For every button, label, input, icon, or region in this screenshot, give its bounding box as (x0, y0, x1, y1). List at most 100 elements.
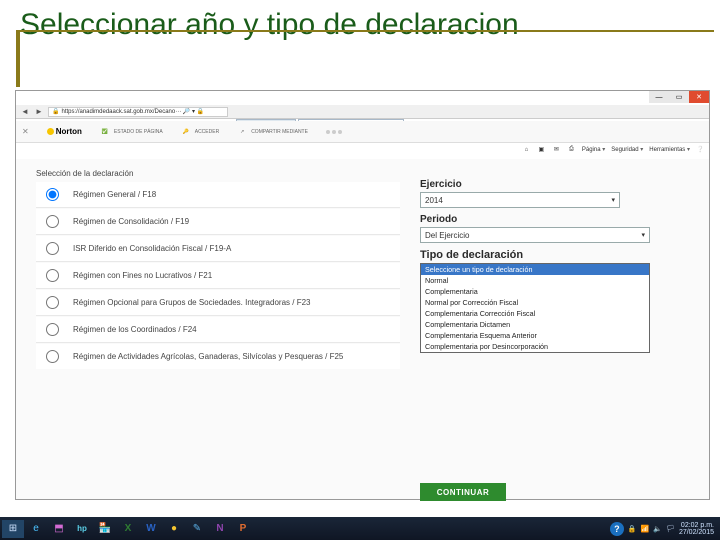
feeds-icon[interactable]: ▣ (537, 145, 546, 154)
norton-toolbar: ✕ Norton ✅ ESTADO DE PÁGINA 🔑 ACCEDER ↗ … (16, 121, 709, 143)
norton-login[interactable]: 🔑 ACCEDER (181, 127, 219, 137)
maximize-button[interactable]: ▭ (669, 91, 689, 103)
norton-page-status[interactable]: ✅ ESTADO DE PÁGINA (100, 127, 163, 137)
chevron-down-icon: ▾ (611, 196, 615, 204)
tipo-label: Tipo de declaración (420, 249, 670, 261)
start-button[interactable]: ⊞ (2, 520, 24, 538)
more-icon[interactable] (326, 130, 342, 134)
tray-help-icon[interactable]: ? (610, 522, 624, 536)
regime-option-f18[interactable]: Régimen General / F18 (36, 182, 400, 208)
norton-label: ESTADO DE PÁGINA (114, 129, 163, 135)
home-icon[interactable]: ⌂ (522, 145, 531, 154)
close-button[interactable]: ✕ (689, 91, 709, 103)
safety-menu[interactable]: Seguridad (611, 146, 643, 153)
tipo-dropdown-open[interactable]: Seleccione un tipo de declaración Normal… (420, 263, 650, 353)
tipo-option[interactable]: Complementaria Esquema Anterior (421, 330, 649, 341)
windows-taskbar: ⊞ e ⬒ hp 🏪 X W ● ✎ N P ? 🔒 📶 🔈 🏳 02:02 p… (0, 517, 720, 540)
slide-title: Seleccionar año y tipo de declaracion (20, 8, 519, 42)
regime-radio[interactable] (46, 215, 59, 228)
regime-radio[interactable] (46, 269, 59, 282)
mail-icon[interactable]: ✉ (552, 145, 561, 154)
tray-date: 27/02/2015 (679, 529, 714, 536)
regime-label: Régimen de los Coordinados / F24 (73, 325, 197, 335)
regime-label: ISR Diferido en Consolidación Fiscal / F… (73, 244, 231, 254)
tray-time: 02:02 p.m. (679, 522, 714, 529)
tray-clock[interactable]: 02:02 p.m. 27/02/2015 (679, 522, 714, 536)
tipo-option[interactable]: Complementaria (421, 286, 649, 297)
norton-share[interactable]: ↗ COMPARTIR MEDIANTE (237, 127, 308, 137)
taskbar-hp-icon[interactable]: hp (71, 520, 93, 538)
lock-icon: 🔒 (52, 108, 59, 115)
page-content: Selección de la declaración Régimen Gene… (16, 159, 709, 499)
ejercicio-select[interactable]: 2014 ▾ (420, 192, 620, 208)
taskbar-word-icon[interactable]: W (140, 520, 162, 538)
declaration-params: Ejercicio 2014 ▾ Periodo Del Ejercicio ▾… (420, 173, 670, 353)
taskbar-chrome-icon[interactable]: ● (163, 520, 185, 538)
taskbar-powerpoint-icon[interactable]: P (232, 520, 254, 538)
tray-flag-icon absol[interactable]: 🏳 (666, 525, 675, 533)
norton-check-icon (47, 128, 54, 135)
browser-window: — ▭ ✕ ◄ ► 🔒 https://anadimdedaack.sat.go… (15, 90, 710, 500)
regime-panel: Selección de la declaración Régimen Gene… (36, 165, 400, 370)
system-tray: ? 🔒 📶 🔈 🏳 02:02 p.m. 27/02/2015 (610, 522, 718, 536)
url-text: https://anadimdedaack.sat.gob.mx/Decano·… (61, 108, 204, 115)
norton-brand: Norton (56, 127, 82, 136)
toolbar-close-icon[interactable]: ✕ (22, 127, 29, 136)
regime-option-f25[interactable]: Régimen de Actividades Agrícolas, Ganade… (36, 344, 400, 369)
periodo-value: Del Ejercicio (425, 231, 469, 240)
regime-label: Régimen General / F18 (73, 190, 156, 200)
tray-network-icon[interactable]: 📶 (641, 525, 650, 533)
address-bar: ◄ ► 🔒 https://anadimdedaack.sat.gob.mx/D… (16, 105, 709, 119)
section-header: Selección de la declaración (36, 165, 400, 182)
regime-radio[interactable] (46, 350, 59, 363)
taskbar-app-icon[interactable]: ✎ (186, 520, 208, 538)
tipo-option[interactable]: Complementaria Corrección Fiscal (421, 308, 649, 319)
regime-option-f19[interactable]: Régimen de Consolidación / F19 (36, 209, 400, 235)
regime-radio[interactable] (46, 296, 59, 309)
tipo-option[interactable]: Complementaria por Desincorporación (421, 341, 649, 352)
tipo-option[interactable]: Complementaria Dictamen (421, 319, 649, 330)
norton-logo: Norton (47, 127, 82, 136)
tray-volume-icon[interactable]: 🔈 (653, 525, 662, 533)
regime-option-f23[interactable]: Régimen Opcional para Grupos de Sociedad… (36, 290, 400, 316)
tools-menu[interactable]: Herramientas (649, 146, 690, 153)
back-button[interactable]: ◄ (20, 107, 30, 117)
share-icon: ↗ (237, 127, 247, 137)
norton-label: ACCEDER (195, 129, 219, 135)
print-icon[interactable]: ⎙ (567, 145, 576, 154)
continue-button[interactable]: CONTINUAR (420, 483, 506, 501)
taskbar-app-icon[interactable]: ⬒ (48, 520, 70, 538)
regime-option-f19a[interactable]: ISR Diferido en Consolidación Fiscal / F… (36, 236, 400, 262)
taskbar-excel-icon[interactable]: X (117, 520, 139, 538)
regime-label: Régimen de Actividades Agrícolas, Ganade… (73, 352, 343, 362)
minimize-button[interactable]: — (649, 91, 669, 103)
tipo-option[interactable]: Normal por Corrección Fiscal (421, 297, 649, 308)
regime-radio[interactable] (46, 323, 59, 336)
norton-label: COMPARTIR MEDIANTE (251, 129, 308, 135)
taskbar-onenote-icon[interactable]: N (209, 520, 231, 538)
ie-command-bar: ⌂ ▣ ✉ ⎙ Página Seguridad Herramientas ❔ (522, 145, 705, 154)
url-input[interactable]: 🔒 https://anadimdedaack.sat.gob.mx/Decan… (48, 107, 228, 117)
ejercicio-label: Ejercicio (420, 179, 670, 190)
tipo-placeholder[interactable]: Seleccione un tipo de declaración (421, 264, 649, 275)
taskbar-ie-icon[interactable]: e (25, 520, 47, 538)
forward-button[interactable]: ► (34, 107, 44, 117)
tray-icon[interactable]: 🔒 (628, 525, 637, 533)
help-icon[interactable]: ❔ (696, 145, 705, 154)
regime-label: Régimen con Fines no Lucrativos / F21 (73, 271, 212, 281)
tipo-option[interactable]: Normal (421, 275, 649, 286)
key-icon: 🔑 (181, 127, 191, 137)
page-menu[interactable]: Página (582, 146, 605, 153)
regime-label: Régimen de Consolidación / F19 (73, 217, 189, 227)
window-controls: — ▭ ✕ (649, 91, 709, 103)
ejercicio-value: 2014 (425, 196, 443, 205)
regime-radio[interactable] (46, 242, 59, 255)
regime-radio[interactable] (46, 188, 59, 201)
periodo-select[interactable]: Del Ejercicio ▾ (420, 227, 650, 243)
regime-option-f24[interactable]: Régimen de los Coordinados / F24 (36, 317, 400, 343)
periodo-label: Periodo (420, 214, 670, 225)
taskbar-store-icon[interactable]: 🏪 (94, 520, 116, 538)
regime-label: Régimen Opcional para Grupos de Sociedad… (73, 298, 310, 308)
regime-option-f21[interactable]: Régimen con Fines no Lucrativos / F21 (36, 263, 400, 289)
shield-icon: ✅ (100, 127, 110, 137)
